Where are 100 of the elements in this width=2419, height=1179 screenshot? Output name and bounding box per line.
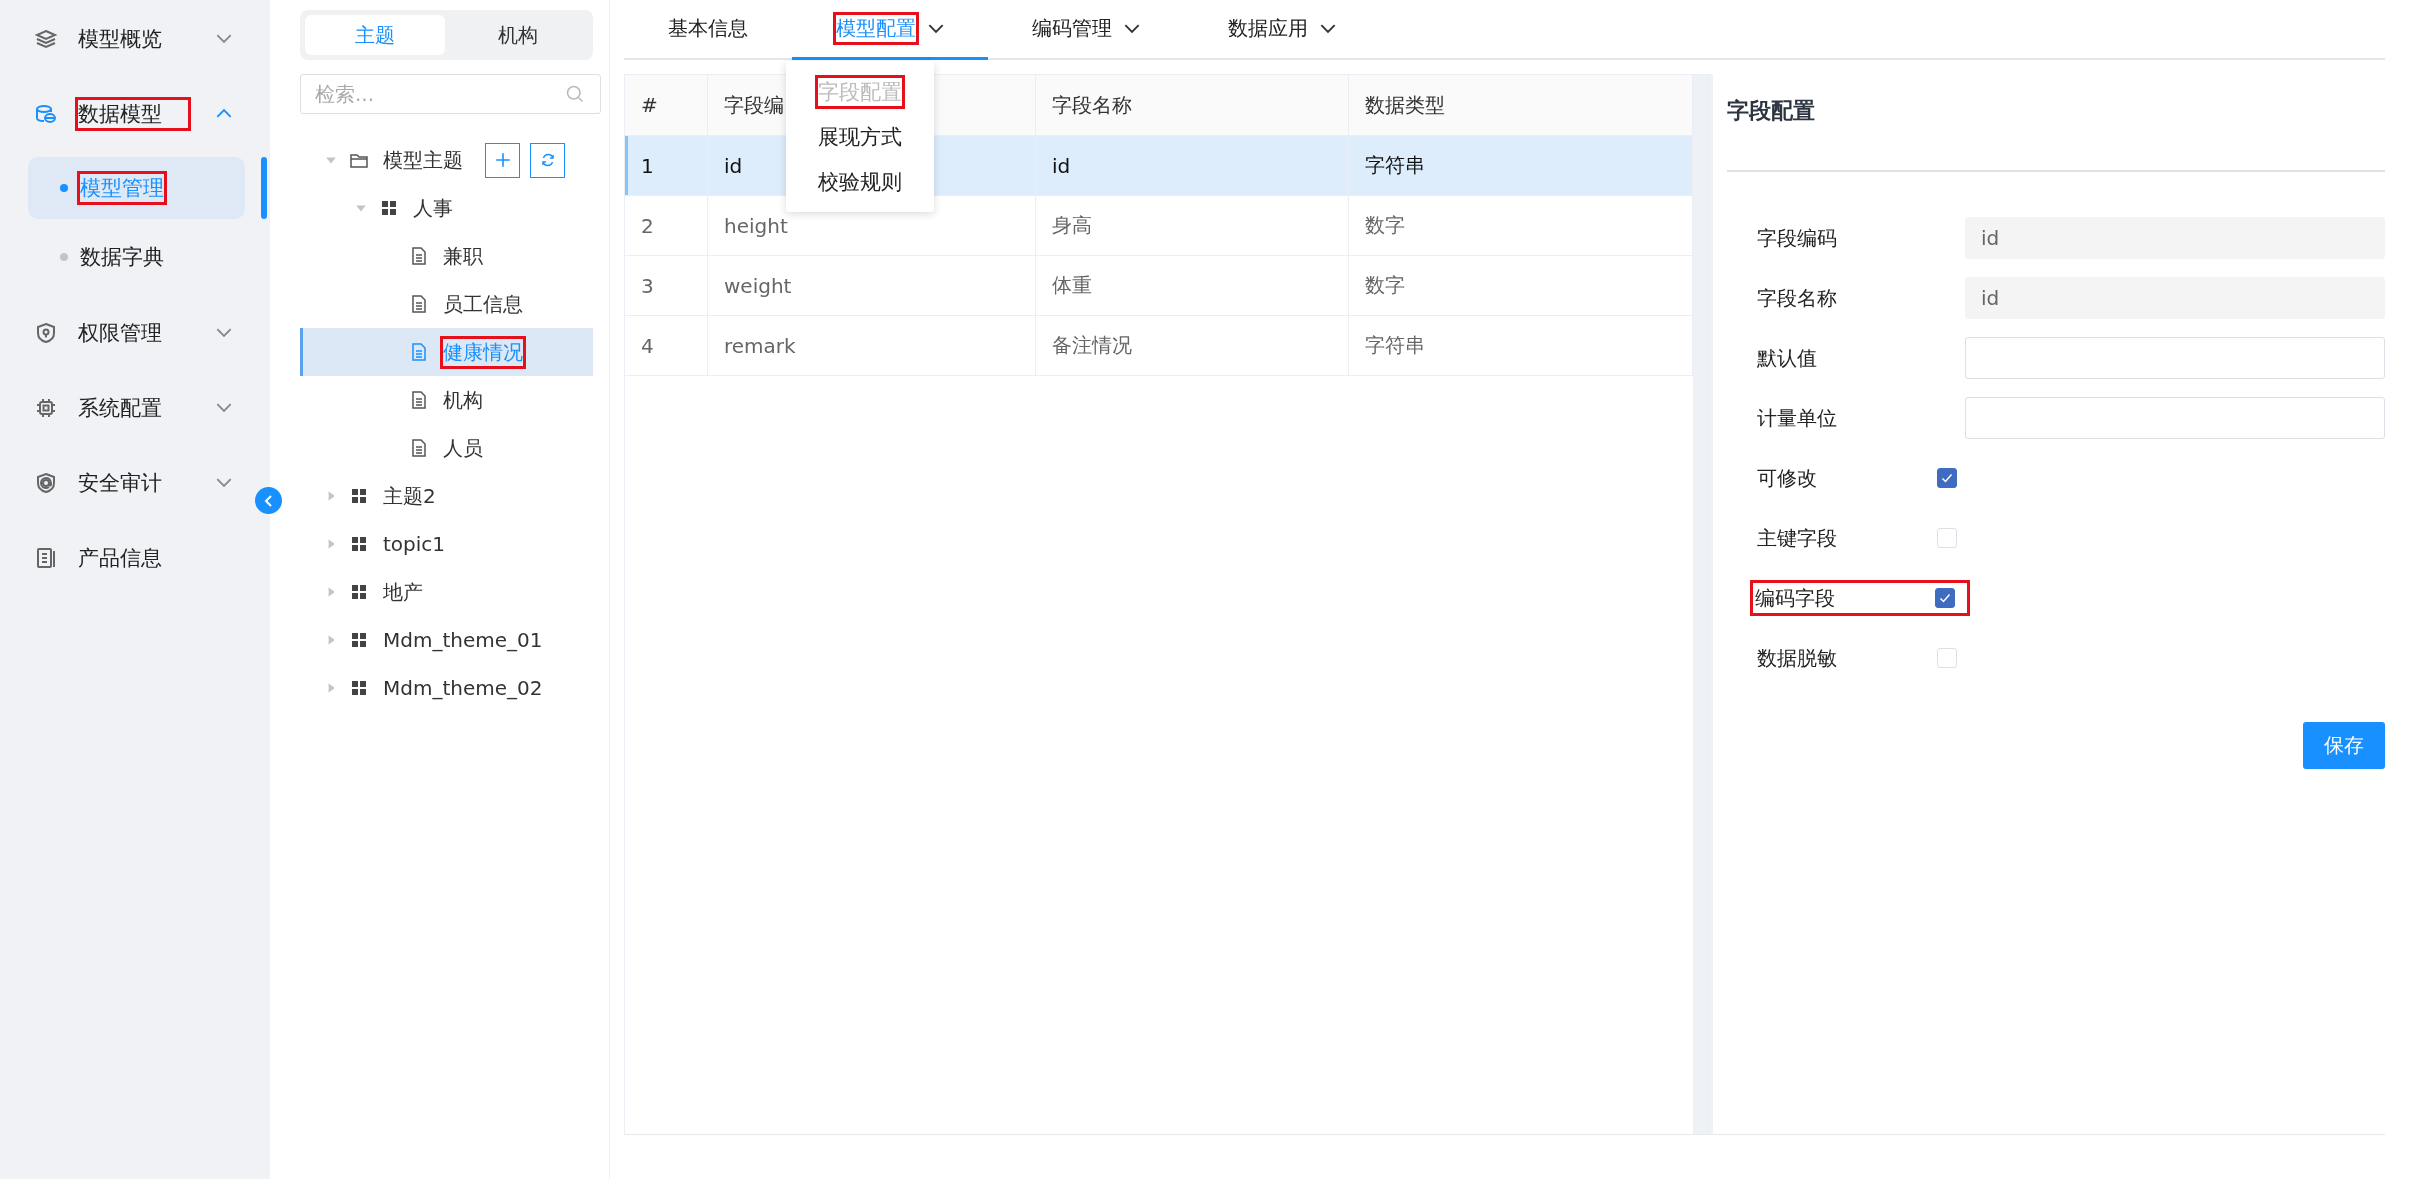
search-field[interactable]: 检索...: [300, 74, 601, 114]
table-cell: 身高: [1035, 195, 1349, 256]
nav-item[interactable]: 产品信息: [0, 520, 270, 595]
tree-node[interactable]: 地产: [300, 568, 593, 616]
nav-label: 系统配置: [78, 394, 163, 422]
chevron-icon: [928, 23, 944, 34]
nav-item[interactable]: 系统配置: [0, 370, 270, 445]
field-label: 可修改: [1757, 464, 1818, 492]
document-icon: [34, 545, 58, 570]
field-label: 主键字段: [1757, 524, 1838, 552]
tree-node[interactable]: Mdm_theme_01: [300, 616, 593, 664]
submenu-label: 模型管理: [80, 174, 164, 202]
tree-label: Mdm_theme_01: [383, 628, 543, 652]
tree-label: 人事: [413, 194, 453, 222]
nav-label: 模型概览: [78, 25, 163, 53]
table-cell: 字符串: [1348, 315, 1693, 376]
tree-label: Mdm_theme_02: [383, 676, 543, 700]
table-cell: 字符串: [1348, 135, 1693, 196]
input-field[interactable]: [1965, 397, 2385, 439]
table-cell: weight: [707, 255, 1036, 316]
field-label: 字段名称: [1757, 284, 1838, 312]
tree-node[interactable]: 模型主题: [300, 136, 593, 184]
field-label: 默认值: [1757, 344, 1818, 372]
tree-node[interactable]: 员工信息: [300, 280, 593, 328]
tree-node[interactable]: Mdm_theme_02: [300, 664, 593, 712]
tab-label: 编码管理: [1032, 15, 1112, 42]
grid-icon: [349, 486, 369, 506]
input-field[interactable]: id: [1965, 217, 2385, 259]
nav-label: 数据模型: [78, 99, 188, 128]
document-icon: [409, 390, 429, 410]
document-icon: [409, 246, 429, 266]
tree-label: 地产: [383, 578, 423, 606]
column-header: #: [625, 75, 708, 136]
nav-label: 安全审计: [78, 469, 163, 497]
table-cell: 2: [625, 195, 708, 256]
tab-label: 基本信息: [668, 15, 748, 42]
nav-label: 产品信息: [78, 544, 163, 572]
nav-item[interactable]: 权限管理: [0, 295, 270, 370]
checkbox[interactable]: [1937, 468, 1957, 488]
tree-node[interactable]: 人事: [300, 184, 593, 232]
grid-icon: [349, 630, 369, 650]
tab[interactable]: 编码管理: [988, 0, 1184, 60]
table-cell: 3: [625, 255, 708, 316]
tree-label: 健康情况: [443, 338, 523, 366]
tree-node[interactable]: 机构: [300, 376, 593, 424]
tree-node[interactable]: 人员: [300, 424, 593, 472]
segment-tab[interactable]: 机构: [448, 15, 588, 55]
document-icon: [409, 438, 429, 458]
tree-node[interactable]: 主题2: [300, 472, 593, 520]
tree-label: 员工信息: [443, 290, 523, 318]
table-cell: remark: [707, 315, 1036, 376]
table-cell: 1: [625, 135, 708, 196]
tree-label: 机构: [443, 386, 483, 414]
tab-label: 数据应用: [1228, 15, 1308, 42]
field-label: 数据脱敏: [1757, 644, 1838, 672]
table-cell: height: [707, 195, 1036, 256]
submenu-item[interactable]: 数据字典: [28, 226, 245, 288]
plus-icon: [493, 151, 512, 169]
input-field[interactable]: [1965, 337, 2385, 379]
menu-item[interactable]: 校验规则: [818, 167, 902, 196]
search-icon: [565, 84, 585, 104]
checkbox[interactable]: [1935, 588, 1955, 608]
tab[interactable]: 数据应用: [1184, 0, 1380, 60]
grid-icon: [379, 198, 399, 218]
table-cell: 4: [625, 315, 708, 376]
shield-icon: [34, 320, 58, 345]
tree-label: 人员: [443, 434, 483, 462]
field-label: 字段编码: [1757, 224, 1838, 252]
chevron-icon: [1320, 23, 1336, 34]
nav-label: 权限管理: [78, 319, 163, 347]
document-icon: [409, 342, 429, 362]
refresh-button[interactable]: [530, 142, 565, 178]
tree-label: 模型主题: [383, 146, 463, 174]
collapse-button[interactable]: [255, 487, 282, 514]
shield-icon: [34, 470, 58, 495]
field-label: 计量单位: [1757, 404, 1838, 432]
add-button[interactable]: [485, 142, 520, 178]
tree-node[interactable]: topic1: [300, 520, 593, 568]
tree-node[interactable]: 兼职: [300, 232, 593, 280]
table-cell: 数字: [1348, 195, 1693, 256]
panel-title: 字段配置: [1727, 96, 2385, 172]
document-icon: [409, 294, 429, 314]
active-indicator: [261, 157, 267, 219]
table-cell: id: [1035, 135, 1349, 196]
grid-icon: [349, 582, 369, 602]
table-cell: 备注情况: [1035, 315, 1349, 376]
column-header: 字段名称: [1035, 75, 1349, 136]
chevron-icon: [1124, 23, 1140, 34]
grid-icon: [349, 534, 369, 554]
refresh-icon: [539, 152, 556, 168]
nav-item[interactable]: 模型概览: [0, 1, 270, 76]
tab[interactable]: 基本信息: [624, 0, 792, 60]
nav-item[interactable]: 安全审计: [0, 445, 270, 520]
input-field[interactable]: id: [1965, 277, 2385, 319]
column-header: 数据类型: [1348, 75, 1693, 136]
tab-label: 模型配置: [836, 15, 916, 42]
nav-item[interactable]: 数据模型: [0, 76, 270, 151]
bullet-icon: [60, 184, 68, 192]
submenu-label: 数据字典: [80, 244, 164, 271]
field-label: 编码字段: [1755, 584, 1836, 612]
